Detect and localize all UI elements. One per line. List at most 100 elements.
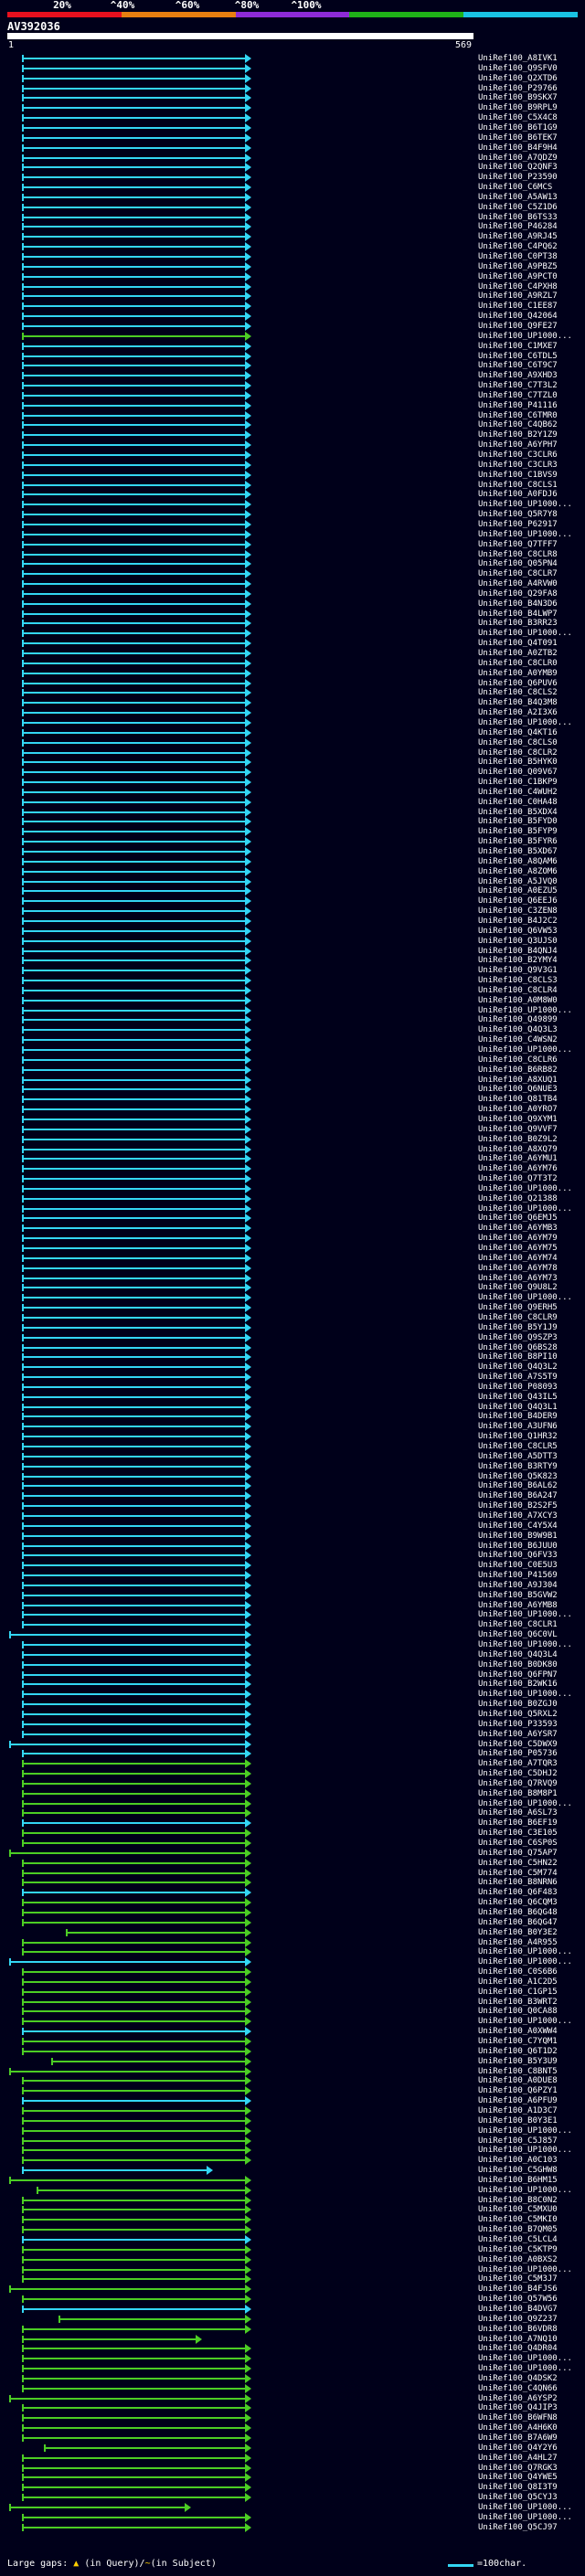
- hit-row[interactable]: UniRef100_Q9SFV0: [0, 64, 585, 73]
- hit-row[interactable]: UniRef100_B9W9B1: [0, 1532, 585, 1541]
- hit-row[interactable]: UniRef100_Q9VVF7: [0, 1125, 585, 1134]
- hit-row[interactable]: UniRef100_C5M3J7: [0, 2274, 585, 2284]
- hit-label[interactable]: UniRef100_Q1HR32: [478, 1432, 582, 1441]
- hit-row[interactable]: UniRef100_C8CLR2: [0, 748, 585, 758]
- hit-row[interactable]: UniRef100_A9PCT0: [0, 272, 585, 281]
- hit-label[interactable]: UniRef100_P05736: [478, 1749, 582, 1758]
- hit-row[interactable]: UniRef100_C8BNT5: [0, 2067, 585, 2076]
- hit-label[interactable]: UniRef100_UP1000...: [478, 2186, 582, 2195]
- hit-label[interactable]: UniRef100_UP1000...: [478, 718, 582, 727]
- hit-row[interactable]: UniRef100_Q5R7Y8: [0, 510, 585, 519]
- hit-row[interactable]: UniRef100_C4PXH8: [0, 282, 585, 292]
- hit-row[interactable]: UniRef100_A7XCY3: [0, 1511, 585, 1521]
- hit-label[interactable]: UniRef100_Q09V67: [478, 768, 582, 777]
- hit-row[interactable]: UniRef100_B7A6W9: [0, 2433, 585, 2443]
- hit-label[interactable]: UniRef100_C8CLS0: [478, 738, 582, 747]
- hit-label[interactable]: UniRef100_A5JVQ0: [478, 877, 582, 886]
- hit-label[interactable]: UniRef100_C1GP15: [478, 1988, 582, 1997]
- hit-label[interactable]: UniRef100_Q4YWE5: [478, 2473, 582, 2482]
- hit-label[interactable]: UniRef100_Q4KT16: [478, 728, 582, 737]
- hit-label[interactable]: UniRef100_A8IVK1: [478, 54, 582, 63]
- hit-row[interactable]: UniRef100_A8XUQ1: [0, 1076, 585, 1085]
- hit-label[interactable]: UniRef100_C3CLR6: [478, 451, 582, 460]
- hit-label[interactable]: UniRef100_A6YM75: [478, 1244, 582, 1253]
- hit-label[interactable]: UniRef100_C3CLR3: [478, 461, 582, 470]
- hit-label[interactable]: UniRef100_UP1000...: [478, 2265, 582, 2274]
- hit-label[interactable]: UniRef100_Q57W56: [478, 2295, 582, 2304]
- hit-row[interactable]: UniRef100_Q6EEJ6: [0, 896, 585, 906]
- hit-row[interactable]: UniRef100_B8PI10: [0, 1352, 585, 1362]
- hit-label[interactable]: UniRef100_C0S6B6: [478, 1967, 582, 1977]
- hit-row[interactable]: UniRef100_B2YMY4: [0, 956, 585, 965]
- hit-row[interactable]: UniRef100_B2S2F5: [0, 1501, 585, 1511]
- hit-row[interactable]: UniRef100_Q5RXL2: [0, 1710, 585, 1719]
- hit-row[interactable]: UniRef100_A2I3X6: [0, 708, 585, 717]
- hit-label[interactable]: UniRef100_UP1000...: [478, 629, 582, 638]
- hit-row[interactable]: UniRef100_UP1000...: [0, 1947, 585, 1956]
- hit-label[interactable]: UniRef100_Q6CQM3: [478, 1898, 582, 1907]
- hit-row[interactable]: UniRef100_C4WUH2: [0, 788, 585, 797]
- hit-label[interactable]: UniRef100_Q21388: [478, 1194, 582, 1203]
- hit-row[interactable]: UniRef100_A4HL27: [0, 2454, 585, 2463]
- hit-label[interactable]: UniRef100_C4QB62: [478, 420, 582, 429]
- hit-row[interactable]: UniRef100_C5X4C8: [0, 113, 585, 122]
- hit-row[interactable]: UniRef100_Q4DSK2: [0, 2374, 585, 2383]
- hit-label[interactable]: UniRef100_Q4Q3L4: [478, 1650, 582, 1659]
- hit-row[interactable]: UniRef100_C5Z1D6: [0, 203, 585, 212]
- hit-row[interactable]: UniRef100_C8CLR8: [0, 550, 585, 559]
- hit-label[interactable]: UniRef100_Q4Q3L2: [478, 1362, 582, 1372]
- hit-row[interactable]: UniRef100_C0S6B6: [0, 1967, 585, 1977]
- hit-row[interactable]: UniRef100_C4PQ62: [0, 242, 585, 251]
- hit-row[interactable]: UniRef100_A6YM75: [0, 1244, 585, 1253]
- hit-label[interactable]: UniRef100_UP1000...: [478, 1947, 582, 1956]
- hit-row[interactable]: UniRef100_Q9U8L2: [0, 1283, 585, 1292]
- hit-row[interactable]: UniRef100_B7QM05: [0, 2225, 585, 2234]
- hit-row[interactable]: UniRef100_P05736: [0, 1749, 585, 1758]
- hit-label[interactable]: UniRef100_B6TS33: [478, 213, 582, 222]
- hit-row[interactable]: UniRef100_B6JUU0: [0, 1542, 585, 1551]
- hit-label[interactable]: UniRef100_C5KTP9: [478, 2245, 582, 2254]
- hit-row[interactable]: UniRef100_Q9ERH5: [0, 1303, 585, 1312]
- hit-label[interactable]: UniRef100_A5AW13: [478, 193, 582, 202]
- hit-label[interactable]: UniRef100_Q6PZY1: [478, 2086, 582, 2095]
- hit-label[interactable]: UniRef100_Q4DR04: [478, 2344, 582, 2353]
- hit-label[interactable]: UniRef100_UP1000...: [478, 2513, 582, 2522]
- hit-label[interactable]: UniRef100_B4DVG7: [478, 2305, 582, 2314]
- hit-row[interactable]: UniRef100_B6T1G9: [0, 123, 585, 133]
- hit-row[interactable]: UniRef100_C6TMR0: [0, 411, 585, 420]
- hit-label[interactable]: UniRef100_A6YMU1: [478, 1154, 582, 1163]
- hit-row[interactable]: UniRef100_A6PFU9: [0, 2096, 585, 2105]
- hit-row[interactable]: UniRef100_B0ZGJ0: [0, 1700, 585, 1709]
- hit-label[interactable]: UniRef100_B4J2C2: [478, 917, 582, 926]
- hit-row[interactable]: UniRef100_B3RTY9: [0, 1462, 585, 1471]
- hit-row[interactable]: UniRef100_A0DUE8: [0, 2076, 585, 2085]
- hit-label[interactable]: UniRef100_Q5CJ97: [478, 2523, 582, 2532]
- hit-row[interactable]: UniRef100_A5JVQ0: [0, 877, 585, 886]
- hit-label[interactable]: UniRef100_Q9SZP3: [478, 1333, 582, 1342]
- hit-label[interactable]: UniRef100_UP1000...: [478, 1293, 582, 1302]
- hit-label[interactable]: UniRef100_A6YSR7: [478, 1730, 582, 1739]
- hit-label[interactable]: UniRef100_A6YSP2: [478, 2394, 582, 2403]
- hit-row[interactable]: UniRef100_P29766: [0, 84, 585, 93]
- hit-label[interactable]: UniRef100_B3RTY9: [478, 1462, 582, 1471]
- hit-label[interactable]: UniRef100_A0YMB9: [478, 669, 582, 678]
- hit-row[interactable]: UniRef100_C8CLS1: [0, 481, 585, 490]
- hit-row[interactable]: UniRef100_A6YM79: [0, 1234, 585, 1243]
- hit-label[interactable]: UniRef100_Q6EEJ6: [478, 896, 582, 906]
- hit-label[interactable]: UniRef100_UP1000...: [478, 1957, 582, 1966]
- hit-row[interactable]: UniRef100_UP1000...: [0, 2146, 585, 2155]
- hit-label[interactable]: UniRef100_Q9ERH5: [478, 1303, 582, 1312]
- hit-label[interactable]: UniRef100_C8CLR5: [478, 1442, 582, 1451]
- hit-row[interactable]: UniRef100_B2WK16: [0, 1680, 585, 1689]
- hit-label[interactable]: UniRef100_Q29FA8: [478, 589, 582, 599]
- hit-row[interactable]: UniRef100_C6T9C7: [0, 361, 585, 370]
- hit-row[interactable]: UniRef100_C6MCS: [0, 183, 585, 192]
- hit-row[interactable]: UniRef100_B4DER9: [0, 1412, 585, 1421]
- hit-label[interactable]: UniRef100_UP1000...: [478, 1204, 582, 1214]
- hit-row[interactable]: UniRef100_Q4T091: [0, 639, 585, 648]
- hit-label[interactable]: UniRef100_Q75AP7: [478, 1849, 582, 1858]
- hit-label[interactable]: UniRef100_A0YRO7: [478, 1105, 582, 1114]
- hit-row[interactable]: UniRef100_UP1000...: [0, 1640, 585, 1649]
- hit-row[interactable]: UniRef100_B4QNJ4: [0, 947, 585, 956]
- hit-label[interactable]: UniRef100_A0ZTB2: [478, 649, 582, 658]
